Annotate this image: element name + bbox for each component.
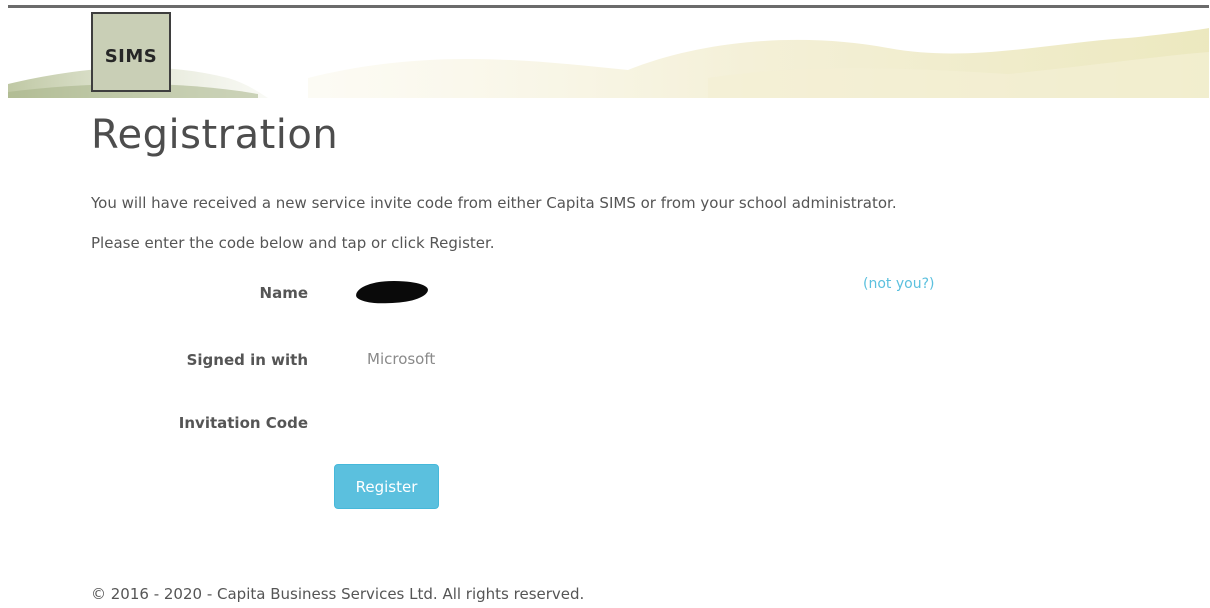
footer-copyright: © 2016 - 2020 - Capita Business Services…: [91, 585, 585, 603]
banner-hills-image: [8, 28, 1209, 98]
not-you-link[interactable]: (not you?): [863, 276, 934, 292]
signed-in-with-label: Signed in with: [186, 351, 308, 369]
header-banner: [8, 8, 1209, 98]
invitation-code-label: Invitation Code: [178, 414, 308, 432]
invitation-code-input[interactable]: [356, 408, 776, 440]
signed-in-provider: Microsoft: [367, 350, 436, 368]
page-title: Registration: [91, 112, 339, 158]
sims-logo-text: SIMS: [104, 46, 158, 67]
intro-text-invite: You will have received a new service inv…: [91, 194, 897, 212]
register-button[interactable]: Register: [334, 464, 439, 509]
sims-logo[interactable]: SIMS: [91, 12, 171, 92]
name-label: Name: [259, 284, 308, 302]
name-redacted-mark: redacted: [355, 279, 429, 305]
name-value: redacted: [355, 279, 429, 305]
intro-text-instructions: Please enter the code below and tap or c…: [91, 234, 495, 252]
